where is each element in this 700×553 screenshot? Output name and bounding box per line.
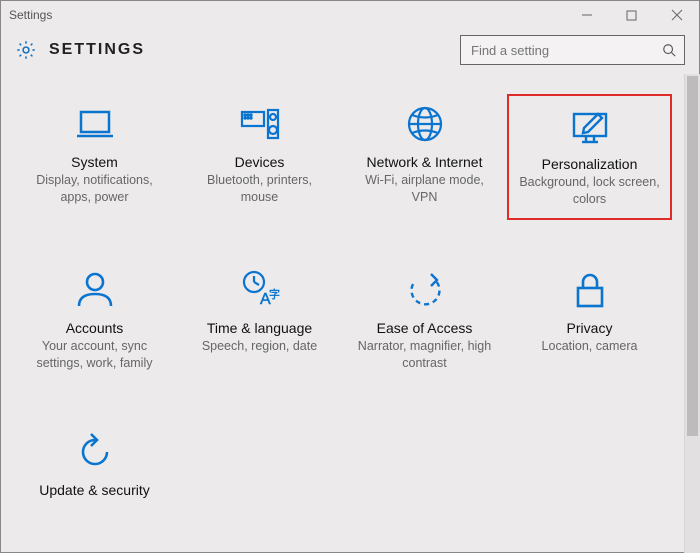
tile-subtitle: Bluetooth, printers, mouse — [181, 172, 338, 206]
time-lang-icon: A 字 — [236, 266, 284, 314]
tile-subtitle: Background, lock screen, colors — [513, 174, 666, 208]
tile-subtitle: Display, notifications, apps, power — [16, 172, 173, 206]
tile-title: Time & language — [207, 320, 312, 336]
maximize-button[interactable] — [609, 1, 654, 29]
settings-grid: System Display, notifications, apps, pow… — [0, 94, 684, 510]
tile-title: Network & Internet — [367, 154, 483, 170]
tile-time-language[interactable]: A 字 Time & language Speech, region, date — [177, 260, 342, 382]
minimize-button[interactable] — [564, 1, 609, 29]
tile-system[interactable]: System Display, notifications, apps, pow… — [12, 94, 177, 220]
window-title: Settings — [9, 8, 52, 22]
accessibility-icon — [401, 266, 449, 314]
tile-update-security[interactable]: Update & security — [12, 422, 177, 510]
tile-subtitle: Wi-Fi, airplane mode, VPN — [346, 172, 503, 206]
tile-title: Ease of Access — [377, 320, 473, 336]
tile-title: System — [71, 154, 118, 170]
tile-subtitle: Location, camera — [536, 338, 644, 355]
laptop-icon — [71, 100, 119, 148]
tile-personalization[interactable]: Personalization Background, lock screen,… — [507, 94, 672, 220]
lock-icon — [566, 266, 614, 314]
tile-subtitle: Speech, region, date — [196, 338, 323, 355]
window-controls — [564, 1, 699, 29]
close-button[interactable] — [654, 1, 699, 29]
tile-network[interactable]: Network & Internet Wi-Fi, airplane mode,… — [342, 94, 507, 220]
scrollbar[interactable] — [684, 74, 700, 553]
update-icon — [71, 428, 119, 476]
tile-devices[interactable]: Devices Bluetooth, printers, mouse — [177, 94, 342, 220]
tile-title: Devices — [235, 154, 285, 170]
search-icon — [662, 43, 676, 57]
gear-icon — [15, 39, 37, 61]
tile-title: Privacy — [567, 320, 613, 336]
tile-ease-of-access[interactable]: Ease of Access Narrator, magnifier, high… — [342, 260, 507, 382]
header-left: SETTINGS — [15, 39, 145, 61]
tile-title: Accounts — [66, 320, 124, 336]
scrollbar-thumb[interactable] — [687, 76, 698, 436]
tile-subtitle: Narrator, magnifier, high contrast — [346, 338, 503, 372]
header: SETTINGS — [1, 29, 699, 75]
page-title: SETTINGS — [49, 41, 145, 59]
person-icon — [71, 266, 119, 314]
search-box[interactable] — [460, 35, 685, 65]
tile-title: Personalization — [542, 156, 638, 172]
tile-accounts[interactable]: Accounts Your account, sync settings, wo… — [12, 260, 177, 382]
personalization-icon — [566, 102, 614, 150]
titlebar: Settings — [1, 1, 699, 29]
svg-text:字: 字 — [269, 287, 280, 301]
tile-title: Update & security — [39, 482, 150, 498]
content-area: System Display, notifications, apps, pow… — [0, 74, 684, 553]
devices-icon — [236, 100, 284, 148]
tile-subtitle: Your account, sync settings, work, famil… — [16, 338, 173, 372]
globe-icon — [401, 100, 449, 148]
search-input[interactable] — [469, 42, 662, 59]
tile-privacy[interactable]: Privacy Location, camera — [507, 260, 672, 382]
